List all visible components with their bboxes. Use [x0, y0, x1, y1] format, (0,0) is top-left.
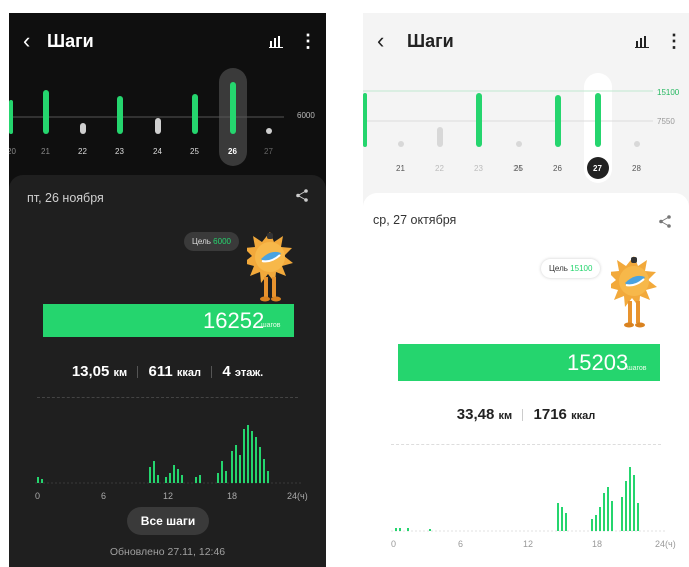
day-label: 21 [41, 147, 50, 156]
day-label: 25 [190, 147, 199, 156]
day-bar[interactable] [476, 93, 482, 147]
day-bar[interactable] [155, 118, 161, 134]
x-tick: 12 [523, 539, 534, 549]
day-label: 22 [435, 164, 444, 173]
calories-value: 611 [148, 363, 173, 380]
calories-value: 1716 [533, 406, 567, 423]
share-icon[interactable] [659, 215, 671, 233]
distance-unit: км [498, 410, 513, 422]
day-detail-card: ср, 27 октября Цель 15100 15203 шагов 33… [363, 193, 689, 567]
share-icon[interactable] [296, 189, 308, 207]
distance-value: 33,48 [456, 406, 495, 423]
day-bar[interactable] [516, 141, 522, 147]
day-bar[interactable] [595, 93, 601, 147]
day-label: 26 [553, 164, 562, 173]
steps-unit: шагов [261, 322, 281, 329]
day-label: 22 [78, 147, 87, 156]
x-tick: 0 [391, 539, 397, 549]
x-tick: 18 [227, 491, 238, 501]
divider [37, 397, 298, 398]
day-label: 25 [514, 164, 523, 173]
dark-steps-screen: ‹ Шаги ⋮ 6000 20 21 22 23 24 25 26 27 пт… [9, 13, 326, 567]
divider [391, 444, 661, 445]
x-tick: 6 [101, 491, 107, 501]
updated-timestamp: Обновлено 27.11, 12:46 [109, 546, 226, 558]
goal-value: 6000 [213, 237, 231, 246]
floors-value: 4 [222, 363, 231, 380]
day-bar[interactable] [192, 94, 198, 134]
day-label: 24 [153, 147, 162, 156]
steps-count: 15203 [567, 350, 629, 375]
daily-steps-strip: 15100 7550 21 22 23 24 25 26 27 28 [363, 71, 689, 183]
goal-line-label: 6000 [297, 111, 315, 120]
selected-date: ср, 27 октября [373, 213, 457, 227]
day-bar[interactable] [398, 141, 404, 147]
day-label: 23 [474, 164, 483, 173]
page-title: Шаги [47, 31, 94, 51]
goal-badge: Цель 6000 [184, 232, 239, 251]
day-detail-card: пт, 26 ноября Цель 6000 16252 шагов 13,0… [9, 175, 326, 567]
goal-line-label: 15100 [657, 88, 680, 97]
distance-unit: км [113, 367, 128, 379]
day-bar[interactable] [363, 93, 367, 147]
x-tick: 0 [35, 491, 41, 501]
more-options-icon[interactable]: ⋮ [299, 31, 317, 52]
x-tick: 12 [163, 491, 174, 501]
back-arrow-icon[interactable]: ‹ [23, 29, 30, 53]
day-bar[interactable] [437, 127, 443, 147]
day-label: 20 [9, 147, 16, 156]
goal-value: 15100 [570, 264, 593, 273]
day-bar[interactable] [43, 90, 49, 134]
day-bar[interactable] [9, 100, 13, 134]
bar-chart-icon[interactable] [269, 35, 283, 53]
back-arrow-icon[interactable]: ‹ [377, 29, 384, 53]
day-label: 21 [396, 164, 405, 173]
steps-count: 16252 [203, 308, 265, 333]
x-tick: 24(ч) [287, 491, 308, 501]
top-bar: ‹ Шаги ⋮ [363, 23, 689, 63]
stats-row: 13,05 км 611 ккал 4 этаж. [9, 363, 326, 380]
hourly-steps-histogram [35, 425, 303, 484]
x-tick: 18 [592, 539, 603, 549]
day-label: 28 [632, 164, 641, 173]
day-bar[interactable] [555, 95, 561, 147]
floors-unit: этаж. [234, 367, 264, 379]
day-bar[interactable] [117, 96, 123, 134]
x-tick: 6 [458, 539, 464, 549]
mascot-sun-icon [607, 253, 657, 342]
goal-label: Цель [549, 264, 568, 273]
distance-value: 13,05 [71, 363, 110, 380]
light-steps-screen: ‹ Шаги ⋮ 15100 7550 21 22 23 24 25 26 27… [363, 13, 689, 567]
day-bar[interactable] [230, 82, 236, 134]
day-label: 23 [115, 147, 124, 156]
bar-chart-icon[interactable] [635, 35, 649, 53]
more-options-icon[interactable]: ⋮ [665, 31, 683, 52]
page-title: Шаги [407, 31, 454, 51]
goal-label: Цель [192, 237, 211, 246]
day-label-selected: 27 [593, 164, 602, 173]
selected-date: пт, 26 ноября [27, 191, 104, 205]
x-tick: 24(ч) [655, 539, 676, 549]
steps-unit: шагов [627, 365, 647, 372]
calories-unit: ккал [176, 367, 202, 379]
day-bar[interactable] [266, 128, 272, 134]
half-goal-line-label: 7550 [657, 117, 675, 126]
stats-row: 33,48 км 1716 ккал [363, 406, 689, 423]
day-label-selected: 26 [228, 147, 237, 156]
daily-steps-strip: 6000 20 21 22 23 24 25 26 27 [9, 68, 326, 178]
day-bar[interactable] [634, 141, 640, 147]
all-steps-button[interactable]: Все шаги [127, 507, 209, 535]
calories-unit: ккал [571, 410, 596, 422]
top-bar: ‹ Шаги ⋮ [9, 23, 326, 63]
day-bar[interactable] [80, 123, 86, 134]
hourly-steps-histogram [391, 467, 667, 532]
day-label: 27 [264, 147, 273, 156]
goal-badge: Цель 15100 [541, 259, 601, 278]
mascot-sun-icon [243, 229, 293, 314]
